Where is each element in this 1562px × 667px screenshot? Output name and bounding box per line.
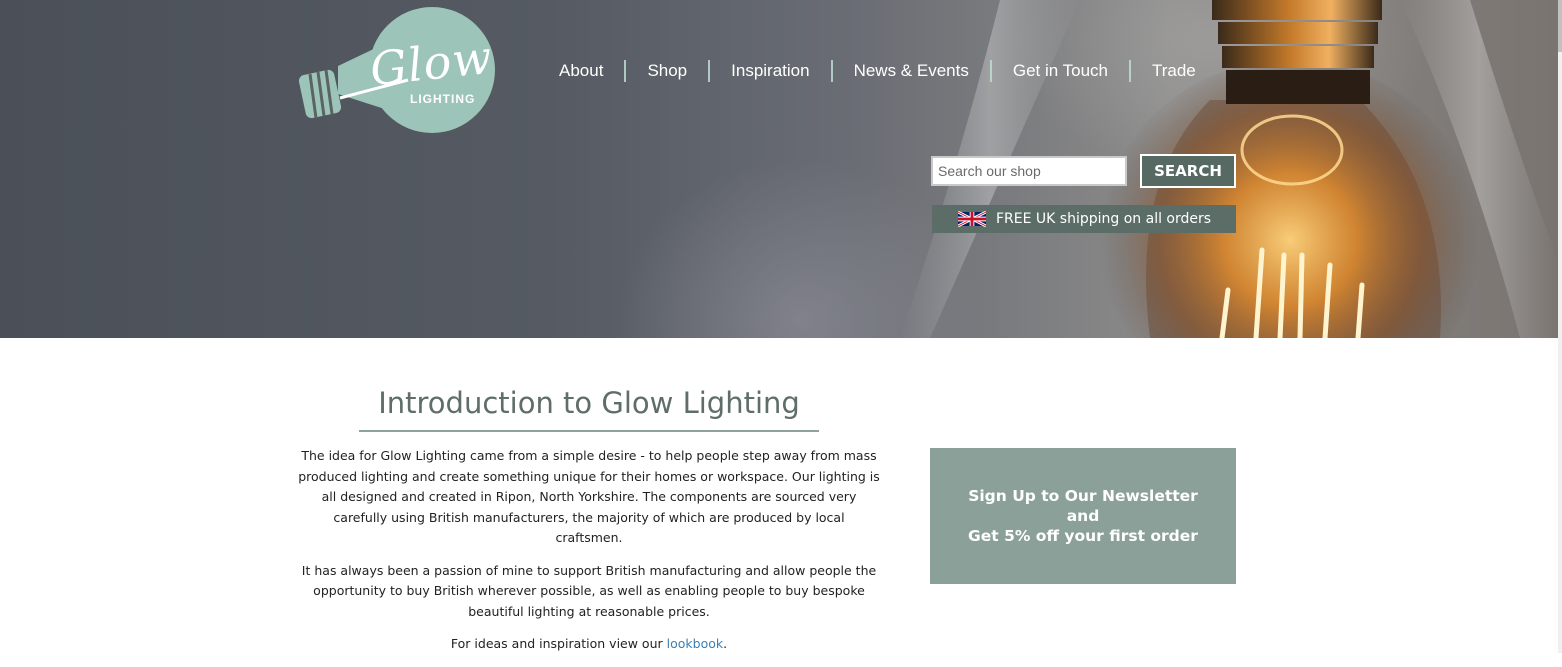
hero-bulb-image — [900, 0, 1558, 338]
lookbook-prefix: For ideas and inspiration view our — [450, 636, 667, 651]
nav-news-events[interactable]: News & Events — [833, 59, 990, 83]
scrollbar[interactable] — [1558, 0, 1562, 653]
uk-flag-icon — [958, 211, 986, 227]
search-button[interactable]: SEARCH — [1140, 154, 1236, 188]
title-underline — [359, 430, 819, 432]
shipping-banner: FREE UK shipping on all orders — [932, 205, 1236, 233]
newsletter-line: Get 5% off your first order — [968, 527, 1198, 545]
logo-subtitle: LIGHTING — [410, 92, 476, 106]
search-input[interactable] — [931, 156, 1127, 186]
intro-paragraph: The idea for Glow Lighting came from a s… — [298, 448, 880, 545]
page-title: Introduction to Glow Lighting — [378, 386, 800, 420]
nav-inspiration[interactable]: Inspiration — [710, 59, 830, 83]
shipping-text: FREE UK shipping on all orders — [996, 211, 1212, 227]
intro-paragraph-lookbook: For ideas and inspiration view our lookb… — [298, 634, 880, 655]
newsletter-signup-box[interactable]: Sign Up to Our Newsletter and Get 5% off… — [930, 448, 1236, 584]
intro-paragraph: It has always been a passion of mine to … — [301, 562, 877, 619]
lookbook-link[interactable]: lookbook — [667, 636, 723, 651]
intro-text: The idea for Glow Lighting came from a s… — [298, 446, 880, 667]
main-nav: About Shop Inspiration News & Events Get… — [538, 58, 1217, 84]
nav-get-in-touch[interactable]: Get in Touch — [992, 59, 1129, 83]
lookbook-suffix: . — [723, 636, 728, 651]
hero-banner: Glow LIGHTING About Shop Inspiration New… — [0, 0, 1558, 338]
nav-about[interactable]: About — [538, 59, 624, 83]
nav-shop[interactable]: Shop — [626, 59, 708, 83]
scrollbar-thumb[interactable] — [1558, 0, 1562, 52]
newsletter-line: and — [1066, 507, 1100, 525]
nav-trade[interactable]: Trade — [1131, 59, 1217, 83]
newsletter-line: Sign Up to Our Newsletter — [968, 487, 1198, 505]
